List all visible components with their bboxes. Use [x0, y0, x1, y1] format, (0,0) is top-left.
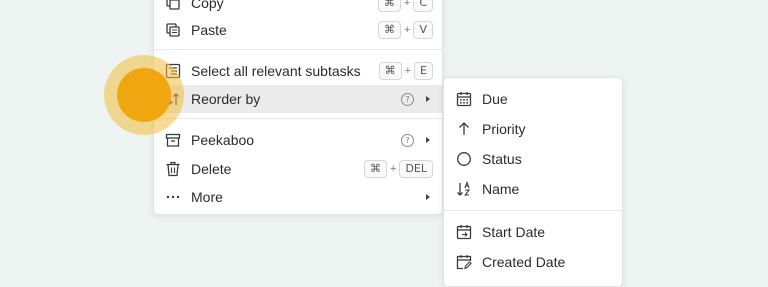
paste-shortcut: ⌘ + V: [378, 21, 433, 39]
sort-alpha-icon: [456, 181, 472, 197]
menu-divider: [154, 118, 442, 119]
submenu-item-name[interactable]: Name: [444, 175, 622, 203]
shortcut-plus: +: [404, 65, 412, 77]
more-label: More: [191, 189, 223, 205]
submenu-item-start-date[interactable]: Start Date: [444, 218, 622, 246]
reorder-by-label: Reorder by: [191, 91, 261, 107]
trash-icon: [165, 161, 181, 177]
help-icon[interactable]: ?: [401, 92, 414, 106]
submenu-item-priority[interactable]: Priority: [444, 115, 622, 143]
chevron-right-icon: [426, 194, 430, 200]
shortcut-key: V: [413, 21, 433, 39]
priority-label: Priority: [482, 121, 526, 137]
help-icon[interactable]: ?: [401, 133, 414, 147]
shortcut-key: ⌘: [378, 62, 402, 80]
shortcut-key: DEL: [399, 160, 433, 178]
start-date-label: Start Date: [482, 224, 546, 240]
chevron-right-icon: [426, 137, 430, 143]
peekaboo-label: Peekaboo: [191, 132, 255, 148]
chevron-right-icon: [426, 96, 430, 102]
arrow-up-icon: [456, 121, 472, 137]
shortcut-plus: +: [403, 0, 411, 9]
menu-item-delete[interactable]: Delete ⌘ + DEL: [154, 155, 442, 183]
menu-item-more[interactable]: More: [154, 183, 442, 211]
delete-label: Delete: [191, 161, 232, 177]
submenu-item-status[interactable]: Status: [444, 145, 622, 173]
created-date-label: Created Date: [482, 254, 566, 270]
delete-shortcut: ⌘ + DEL: [364, 160, 433, 178]
archive-icon: [165, 132, 181, 148]
paste-icon: [165, 22, 181, 38]
select-subtasks-label: Select all relevant subtasks: [191, 63, 361, 79]
submenu-item-due[interactable]: Due: [444, 85, 622, 113]
menu-item-peekaboo[interactable]: Peekaboo ?: [154, 126, 442, 154]
shortcut-key: E: [414, 62, 433, 80]
copy-icon: [165, 0, 181, 11]
paste-label: Paste: [191, 22, 227, 38]
calendar-icon: [456, 91, 472, 107]
name-label: Name: [482, 181, 520, 197]
circle-icon: [456, 151, 472, 167]
menu-item-reorder-by[interactable]: Reorder by ?: [154, 85, 442, 113]
cursor-indicator: [117, 68, 171, 122]
shortcut-key: ⌘: [377, 0, 401, 12]
shortcut-key: C: [413, 0, 433, 12]
submenu-item-created-date[interactable]: Created Date: [444, 248, 622, 276]
shortcut-plus: +: [404, 24, 411, 36]
status-label: Status: [482, 151, 522, 167]
menu-item-copy[interactable]: Copy ⌘ + C: [154, 0, 442, 17]
submenu-divider: [444, 210, 622, 211]
menu-item-paste[interactable]: Paste ⌘ + V: [154, 16, 442, 44]
menu-item-select-subtasks[interactable]: Select all relevant subtasks ⌘ + E: [154, 57, 442, 85]
calendar-start-icon: [456, 224, 472, 240]
ellipsis-icon: [165, 189, 181, 205]
calendar-edit-icon: [456, 254, 472, 270]
shortcut-key: ⌘: [364, 160, 387, 178]
due-label: Due: [482, 91, 508, 107]
menu-divider: [154, 49, 442, 50]
reorder-submenu: Due Priority Status Name Start Date Crea…: [443, 77, 623, 287]
copy-label: Copy: [191, 0, 224, 11]
context-menu: Copy ⌘ + C Paste ⌘ + V Select all releva…: [153, 0, 443, 215]
shortcut-plus: +: [390, 163, 397, 175]
shortcut-key: ⌘: [378, 21, 402, 39]
copy-shortcut: ⌘ + C: [377, 0, 433, 12]
select-subtasks-shortcut: ⌘ + E: [378, 62, 433, 80]
